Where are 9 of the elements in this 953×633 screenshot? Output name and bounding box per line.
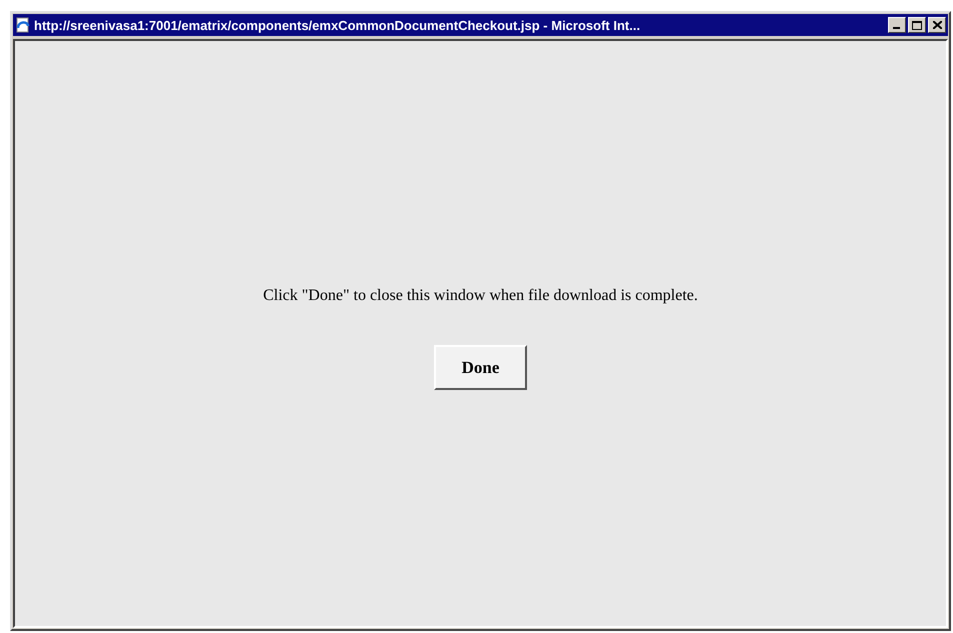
browser-icon: [15, 17, 31, 33]
window-title: http://sreenivasa1:7001/ematrix/components/emxCommonDocumentCheckout.jsp - Microsoft Int...: [34, 18, 642, 32]
maximize-button[interactable]: [908, 17, 926, 33]
maximize-icon: [912, 20, 922, 30]
minimize-button[interactable]: [888, 17, 906, 33]
done-button[interactable]: Done: [434, 345, 527, 390]
close-button[interactable]: [928, 17, 946, 33]
instruction-text: Click "Done" to close this window when file download is complete.: [263, 287, 698, 305]
close-icon: [932, 21, 942, 29]
